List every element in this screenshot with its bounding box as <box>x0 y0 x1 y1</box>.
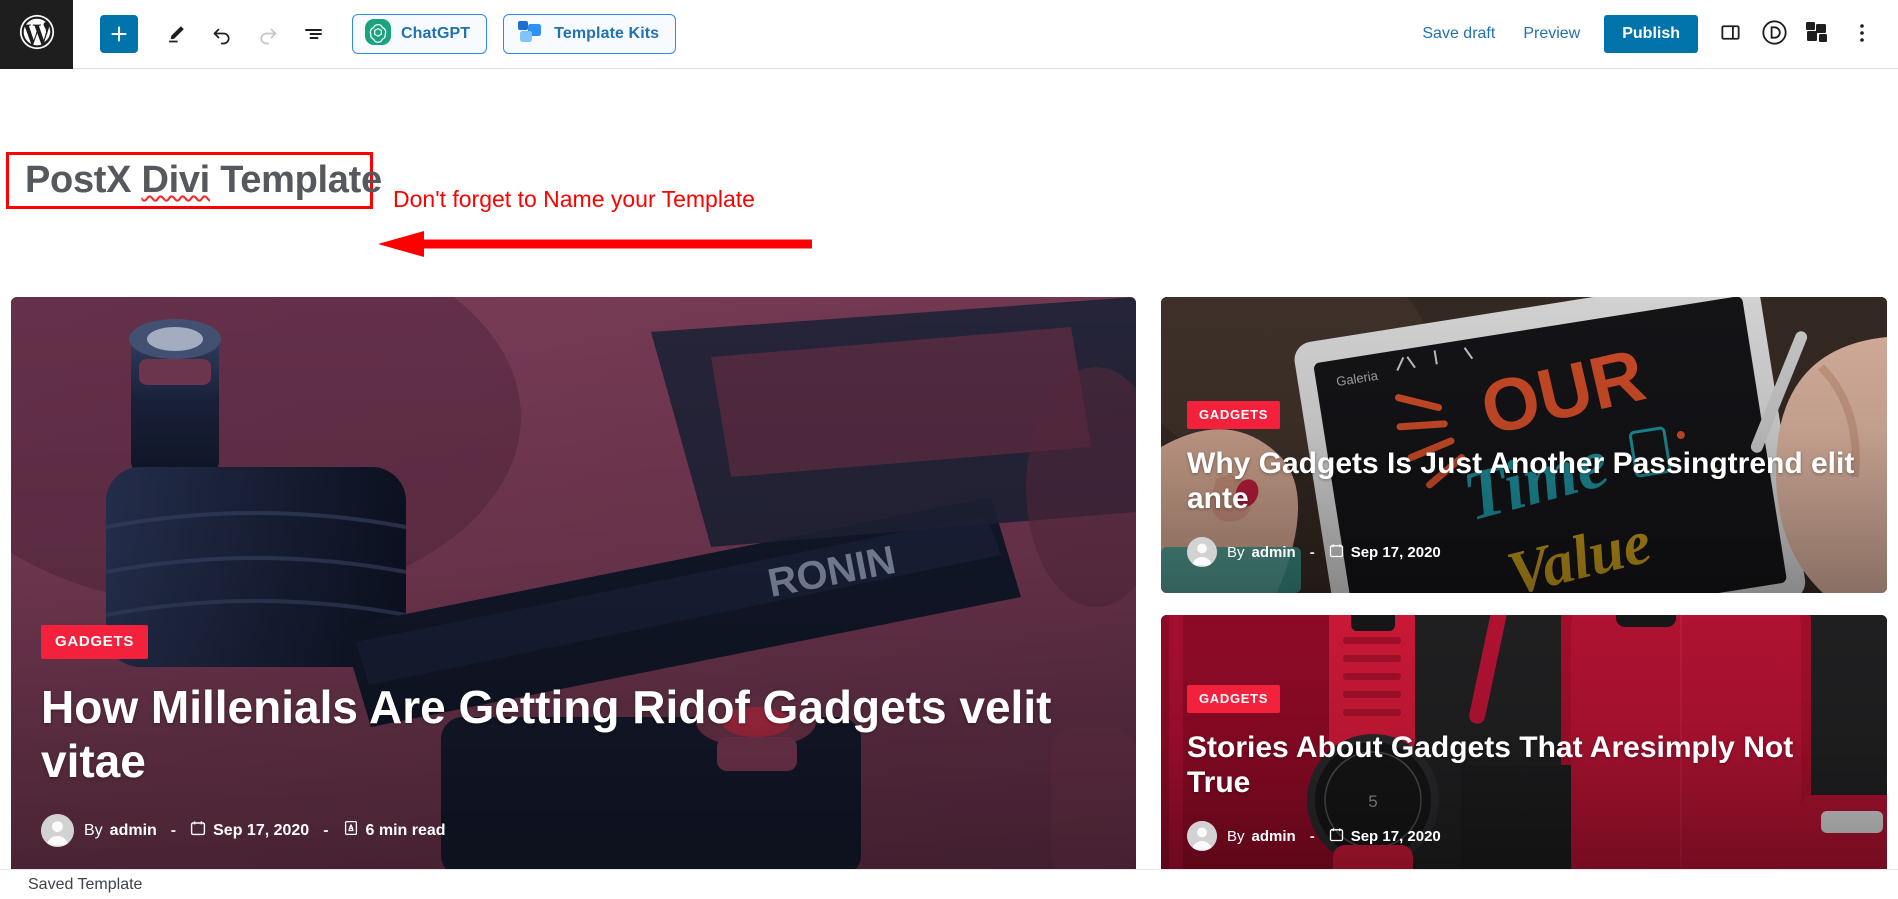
template-kits-pill-label: Template Kits <box>554 25 660 42</box>
options-menu-button[interactable] <box>1840 12 1884 56</box>
calendar-icon <box>1329 827 1344 846</box>
sidebar-panel-icon <box>1719 21 1742 47</box>
featured-post-meta: By admin - Sep 17, 2020 - 6 min read <box>41 814 1106 847</box>
by-label: By <box>1227 543 1245 561</box>
by-label: By <box>84 821 103 839</box>
save-draft-button[interactable]: Save draft <box>1408 17 1509 51</box>
date-text: Sep 17, 2020 <box>213 821 310 839</box>
template-kits-button[interactable] <box>1796 12 1840 56</box>
meta-separator: - <box>1309 827 1315 845</box>
category-badge[interactable]: GADGETS <box>1187 685 1281 714</box>
read-time-text: 6 min read <box>365 821 446 839</box>
preview-button[interactable]: Preview <box>1509 17 1594 51</box>
template-kits-pill-button[interactable]: Template Kits <box>503 14 677 54</box>
side-post-title-2[interactable]: Stories About Gadgets That Aresimply Not… <box>1187 731 1861 801</box>
avatar <box>41 814 74 847</box>
calendar-icon <box>1329 543 1344 562</box>
side-post-date-1: Sep 17, 2020 <box>1329 543 1441 562</box>
meta-separator-2: - <box>323 821 329 839</box>
blocks-stack-icon <box>1805 21 1831 48</box>
post-grid-side-column: Galeria OUR Time Value <box>1161 297 1887 877</box>
side-post-meta-2: By admin - Sep 17, 2020 <box>1187 821 1861 851</box>
post-grid-main-column: RONIN GADGETS <box>11 297 1136 877</box>
featured-post-date: Sep 17, 2020 <box>190 820 309 841</box>
page-title-part-2: Template <box>209 159 382 201</box>
divi-logo-icon <box>1761 19 1788 49</box>
featured-post-content: GADGETS How Millenials Are Getting Ridof… <box>11 625 1136 877</box>
side-post-content-1: GADGETS Why Gadgets Is Just Another Pass… <box>1161 401 1887 593</box>
featured-post-author[interactable]: By admin <box>84 822 157 840</box>
template-title-highlight-box: PostX Divi Template <box>6 152 382 209</box>
side-post-author-1[interactable]: By admin <box>1227 544 1296 561</box>
plus-icon <box>109 24 129 44</box>
avatar <box>1187 821 1217 851</box>
list-view-button[interactable] <box>292 12 336 56</box>
date-text: Sep 17, 2020 <box>1350 827 1441 845</box>
featured-post-title[interactable]: How Millenials Are Getting Ridof Gadgets… <box>41 681 1106 788</box>
side-post-card-2[interactable]: 5 <box>1161 615 1887 877</box>
undo-button[interactable] <box>200 12 244 56</box>
redo-arrow-icon <box>256 22 280 46</box>
page-title-misspelled-word: Divi <box>141 159 210 201</box>
side-post-title-1[interactable]: Why Gadgets Is Just Another Passingtrend… <box>1187 447 1861 517</box>
add-block-button[interactable] <box>100 15 138 53</box>
side-post-author-2[interactable]: By admin <box>1227 828 1296 845</box>
author-name: admin <box>1251 543 1296 561</box>
side-post-meta-1: By admin - Sep 17, 2020 <box>1187 537 1861 567</box>
page-title-part-1: PostX <box>25 159 142 201</box>
document-outline-icon <box>302 22 326 46</box>
category-badge[interactable]: GADGETS <box>1187 401 1281 430</box>
editor-canvas: PostX Divi Template Don't forget to Name… <box>0 69 1898 877</box>
side-post-content-2: GADGETS Stories About Gadgets That Aresi… <box>1161 685 1887 877</box>
editor-toolbar: ChatGPT Template Kits Save draft Preview… <box>0 0 1898 69</box>
annotation-arrow-icon <box>378 231 812 257</box>
chatgpt-logo-icon <box>365 18 391 50</box>
author-name: admin <box>1251 827 1296 845</box>
meta-separator: - <box>1309 543 1315 561</box>
tools-button[interactable] <box>154 12 198 56</box>
status-bar: Saved Template <box>0 869 1898 899</box>
calendar-icon <box>190 820 206 841</box>
annotation-label: Don't forget to Name your Template <box>393 186 755 212</box>
date-text: Sep 17, 2020 <box>1350 543 1441 561</box>
side-post-date-2: Sep 17, 2020 <box>1329 827 1441 846</box>
undo-arrow-icon <box>210 22 234 46</box>
publish-button[interactable]: Publish <box>1604 15 1698 53</box>
avatar <box>1187 537 1217 567</box>
page-title[interactable]: PostX Divi Template <box>25 159 382 202</box>
divi-button[interactable] <box>1752 12 1796 56</box>
chatgpt-button-label: ChatGPT <box>401 25 471 42</box>
redo-button[interactable] <box>246 12 290 56</box>
by-label: By <box>1227 827 1245 845</box>
post-grid: RONIN GADGETS <box>11 297 1887 877</box>
status-text: Saved Template <box>28 875 143 893</box>
kebab-menu-icon <box>1859 21 1865 48</box>
side-post-card-1[interactable]: Galeria OUR Time Value <box>1161 297 1887 593</box>
wordpress-logo-button[interactable] <box>0 0 73 69</box>
read-time-icon <box>343 820 359 841</box>
settings-sidebar-toggle[interactable] <box>1708 12 1752 56</box>
author-name: admin <box>109 821 157 839</box>
toolbar-right-actions: Save draft Preview Publish <box>1408 12 1898 56</box>
pencil-icon <box>164 22 188 46</box>
toolbar-left-tools <box>73 12 336 56</box>
featured-post-read-time: 6 min read <box>343 820 446 841</box>
wordpress-logo-icon <box>18 13 56 56</box>
meta-separator: - <box>170 821 177 839</box>
template-kits-logo-icon <box>516 19 544 50</box>
category-badge[interactable]: GADGETS <box>41 625 149 660</box>
chatgpt-button[interactable]: ChatGPT <box>352 14 488 54</box>
featured-post-card[interactable]: RONIN GADGETS <box>11 297 1136 877</box>
